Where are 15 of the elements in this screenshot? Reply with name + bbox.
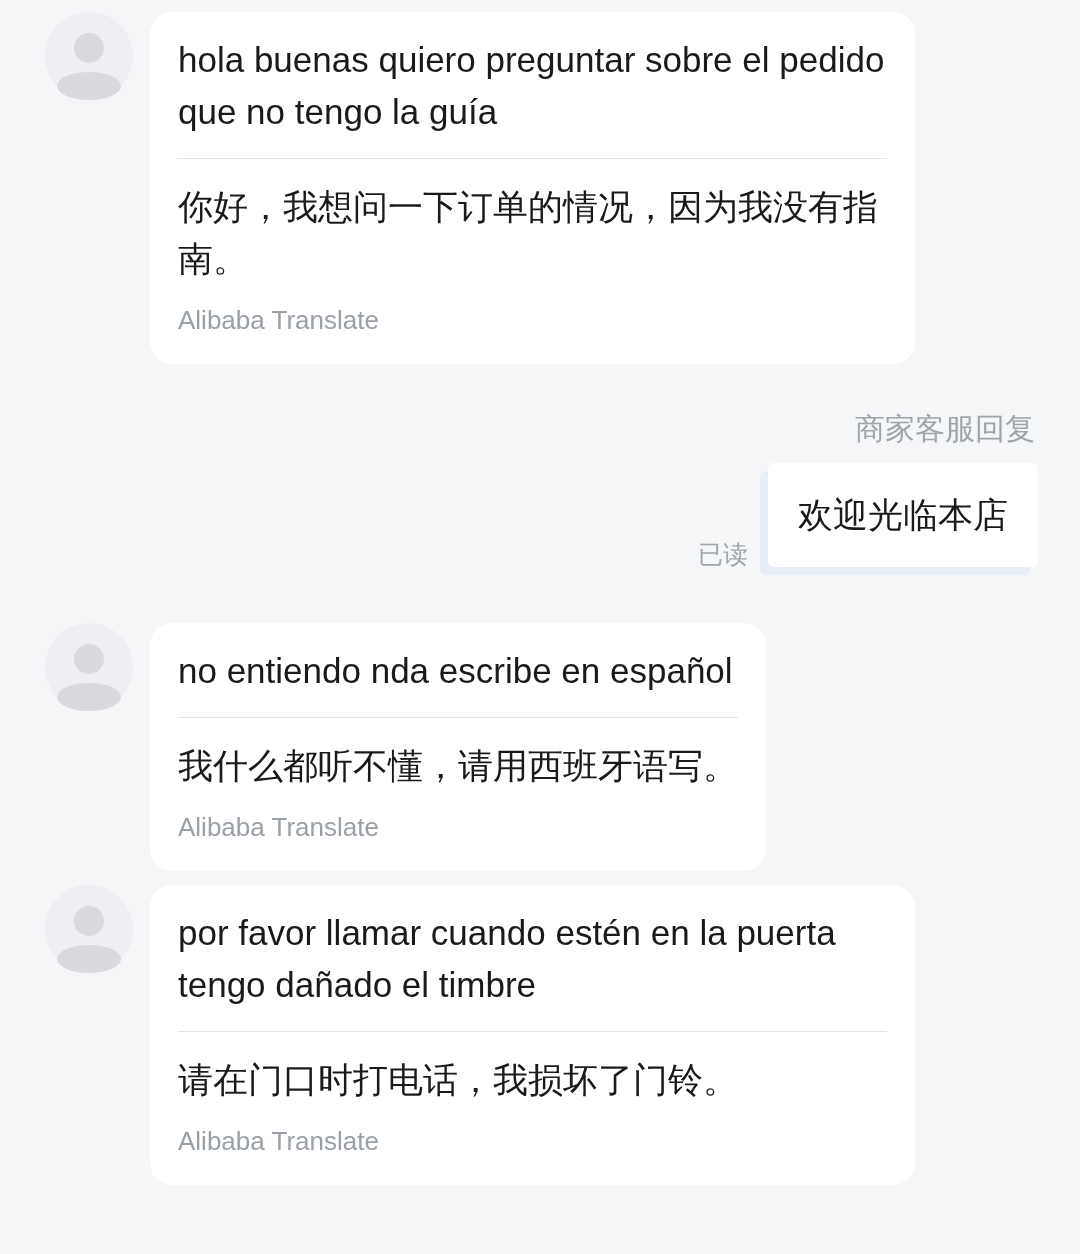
translator-label: Alibaba Translate	[178, 1125, 380, 1158]
avatar-icon	[45, 885, 133, 973]
avatar-icon	[45, 12, 133, 100]
translation-text: 我什么都听不懂，请用西班牙语写。	[178, 745, 738, 788]
translator-label: Alibaba Translate	[178, 304, 380, 337]
message-text: por favor llamar cuando estén en la puerta tengo dañado el timbre	[178, 907, 887, 1032]
read-status: 已读	[698, 538, 748, 571]
translator-label: Alibaba Translate	[178, 811, 380, 844]
avatar-icon	[45, 623, 133, 711]
translation-text: 你好，我想问一下订单的情况，因为我没有指南。	[178, 186, 879, 281]
translation-text: 请在门口时打电话，我损坏了门铃。	[178, 1059, 739, 1102]
sender-label: 商家客服回复	[855, 410, 1035, 448]
message-text: hola buenas quiero preguntar sobre el pedido que no tengo la guía	[178, 34, 887, 159]
message-text: 欢迎光临本店	[798, 494, 1008, 537]
message-text: no entiendo nda escribe en español	[178, 645, 738, 718]
